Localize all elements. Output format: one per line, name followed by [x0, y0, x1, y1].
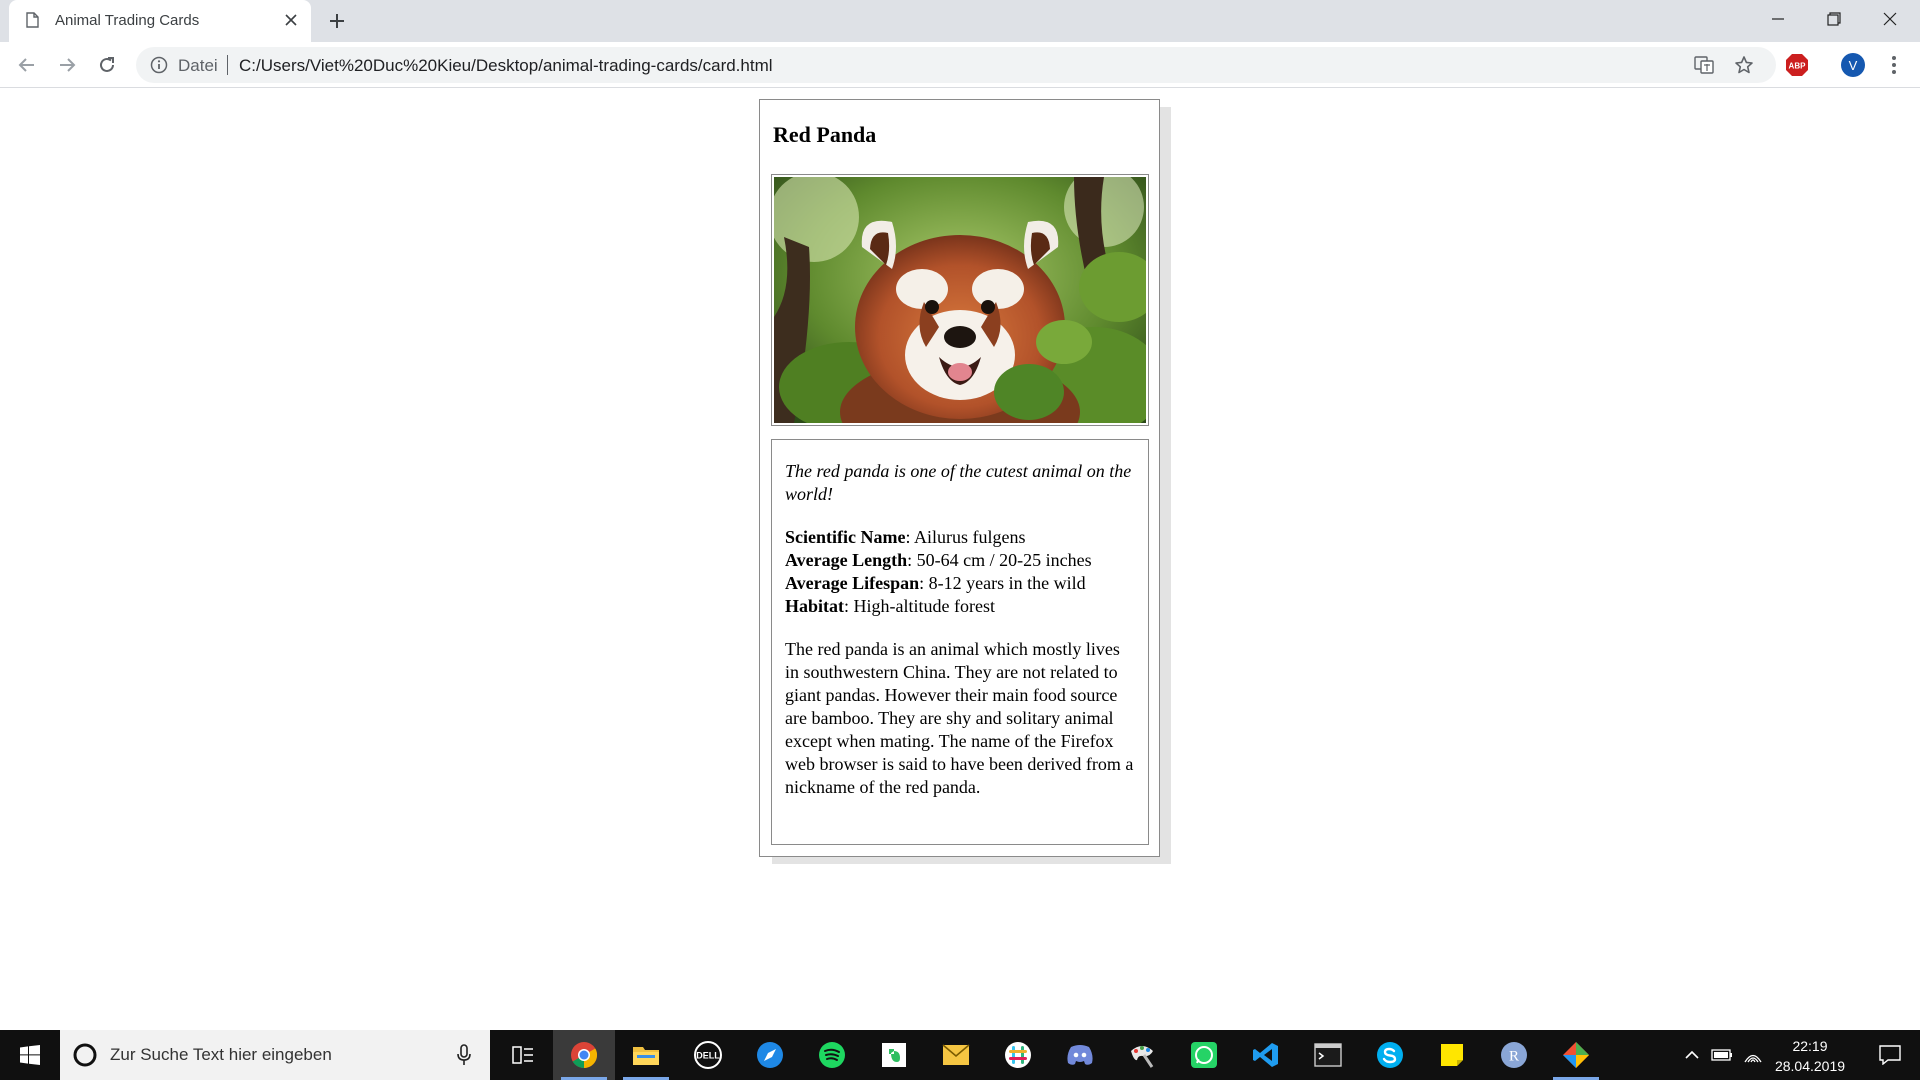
svg-text:DELL: DELL: [696, 1051, 720, 1061]
plus-icon[interactable]: [324, 8, 350, 34]
clock-time: 22:19: [1792, 1038, 1828, 1054]
adblock-label: ABP: [1789, 62, 1807, 71]
whatsapp-icon[interactable]: [1173, 1030, 1235, 1080]
minimize-icon[interactable]: [1750, 0, 1806, 38]
photo-frame: [771, 174, 1149, 426]
task-view-icon[interactable]: [492, 1030, 554, 1080]
fact-label: Habitat: [785, 596, 845, 616]
taskbar-clock[interactable]: 22:19 28.04.2019: [1765, 1036, 1855, 1076]
taskbar-search-box[interactable]: Zur Suche Text hier eingeben: [60, 1030, 490, 1080]
profile-initial: V: [1849, 58, 1858, 73]
cortana-icon[interactable]: [72, 1042, 98, 1068]
r-app-label: R: [1509, 1049, 1519, 1065]
browser-toolbar: Datei C:/Users/Viet%20Duc%20Kieu/Desktop…: [0, 42, 1920, 88]
dell-icon[interactable]: DELL: [677, 1030, 739, 1080]
fact-label: Scientific Name: [785, 527, 906, 547]
vscode-icon[interactable]: [1235, 1030, 1297, 1080]
card-quote: The red panda is one of the cutest anima…: [785, 461, 1132, 504]
terminal-icon[interactable]: [1297, 1030, 1359, 1080]
close-window-icon[interactable]: [1862, 0, 1918, 38]
r-app-icon[interactable]: R: [1483, 1030, 1545, 1080]
discord-icon[interactable]: [1049, 1030, 1111, 1080]
wifi-icon[interactable]: [1742, 1030, 1764, 1080]
fact-average-lifespan: Average Lifespan: 8-12 years in the wild: [785, 572, 1135, 595]
tab-title: Animal Trading Cards: [55, 12, 200, 29]
animal-card: Red Panda The red panda is one of the cu…: [759, 99, 1160, 857]
fact-label: Average Length: [785, 550, 908, 570]
tab-strip: Animal Trading Cards: [0, 0, 1920, 42]
forward-arrow-icon[interactable]: [53, 51, 81, 79]
windows-logo-icon[interactable]: [0, 1030, 60, 1080]
fact-value: : High-altitude forest: [844, 596, 995, 616]
fact-value: : 50-64 cm / 20-25 inches: [907, 550, 1092, 570]
fact-scientific-name: Scientific Name: Ailurus fulgens: [785, 526, 1135, 549]
notifications-icon[interactable]: [1865, 1030, 1915, 1080]
close-icon[interactable]: [280, 9, 302, 31]
git-kraken-icon[interactable]: [1545, 1030, 1607, 1080]
description-box: The red panda is one of the cutest anima…: [771, 439, 1149, 845]
skype-icon[interactable]: [1359, 1030, 1421, 1080]
info-icon[interactable]: [150, 56, 168, 74]
fact-value: : 8-12 years in the wild: [919, 573, 1086, 593]
card-title: Red Panda: [773, 122, 877, 147]
chevron-up-icon[interactable]: [1682, 1030, 1702, 1080]
url-separator: [227, 55, 228, 75]
fact-label: Average Lifespan: [785, 573, 920, 593]
tab-animal-trading-cards[interactable]: Animal Trading Cards: [9, 0, 311, 42]
profile-avatar[interactable]: V: [1840, 52, 1866, 78]
file-explorer-icon[interactable]: [615, 1030, 677, 1080]
fact-value: : Ailurus fulgens: [905, 527, 1026, 547]
url-text[interactable]: C:/Users/Viet%20Duc%20Kieu/Desktop/anima…: [239, 56, 773, 76]
red-panda-photo: [774, 177, 1146, 423]
address-bar[interactable]: Datei C:/Users/Viet%20Duc%20Kieu/Desktop…: [136, 47, 1776, 83]
search-placeholder: Zur Suche Text hier eingeben: [110, 1045, 332, 1064]
adblock-icon[interactable]: ABP: [1784, 52, 1810, 78]
safari-icon[interactable]: [739, 1030, 801, 1080]
menu-dots-icon[interactable]: [1881, 52, 1907, 78]
battery-icon[interactable]: [1710, 1030, 1734, 1080]
url-scheme-label: Datei: [178, 56, 218, 75]
restore-icon[interactable]: [1806, 0, 1862, 38]
file-icon: [26, 12, 39, 28]
star-icon[interactable]: [1734, 55, 1754, 75]
reload-icon[interactable]: [93, 51, 121, 79]
fact-average-length: Average Length: 50-64 cm / 20-25 inches: [785, 549, 1135, 572]
paint-icon[interactable]: [1111, 1030, 1173, 1080]
translate-icon[interactable]: [1694, 55, 1714, 75]
fact-habitat: Habitat: High-altitude forest: [785, 595, 1135, 618]
card-description: The red panda is an animal which mostly …: [785, 639, 1134, 797]
taskbar: Zur Suche Text hier eingeben DELL R 22:1…: [0, 1030, 1920, 1080]
clock-date: 28.04.2019: [1774, 1058, 1846, 1074]
facts-list: Scientific Name: Ailurus fulgens Average…: [785, 526, 1135, 618]
sticky-notes-icon[interactable]: [1421, 1030, 1483, 1080]
mail-icon[interactable]: [925, 1030, 987, 1080]
chrome-icon[interactable]: [553, 1030, 615, 1080]
evernote-icon[interactable]: [863, 1030, 925, 1080]
spotify-icon[interactable]: [801, 1030, 863, 1080]
slack-icon[interactable]: [987, 1030, 1049, 1080]
back-arrow-icon[interactable]: [13, 51, 41, 79]
microphone-icon[interactable]: [456, 1044, 472, 1066]
